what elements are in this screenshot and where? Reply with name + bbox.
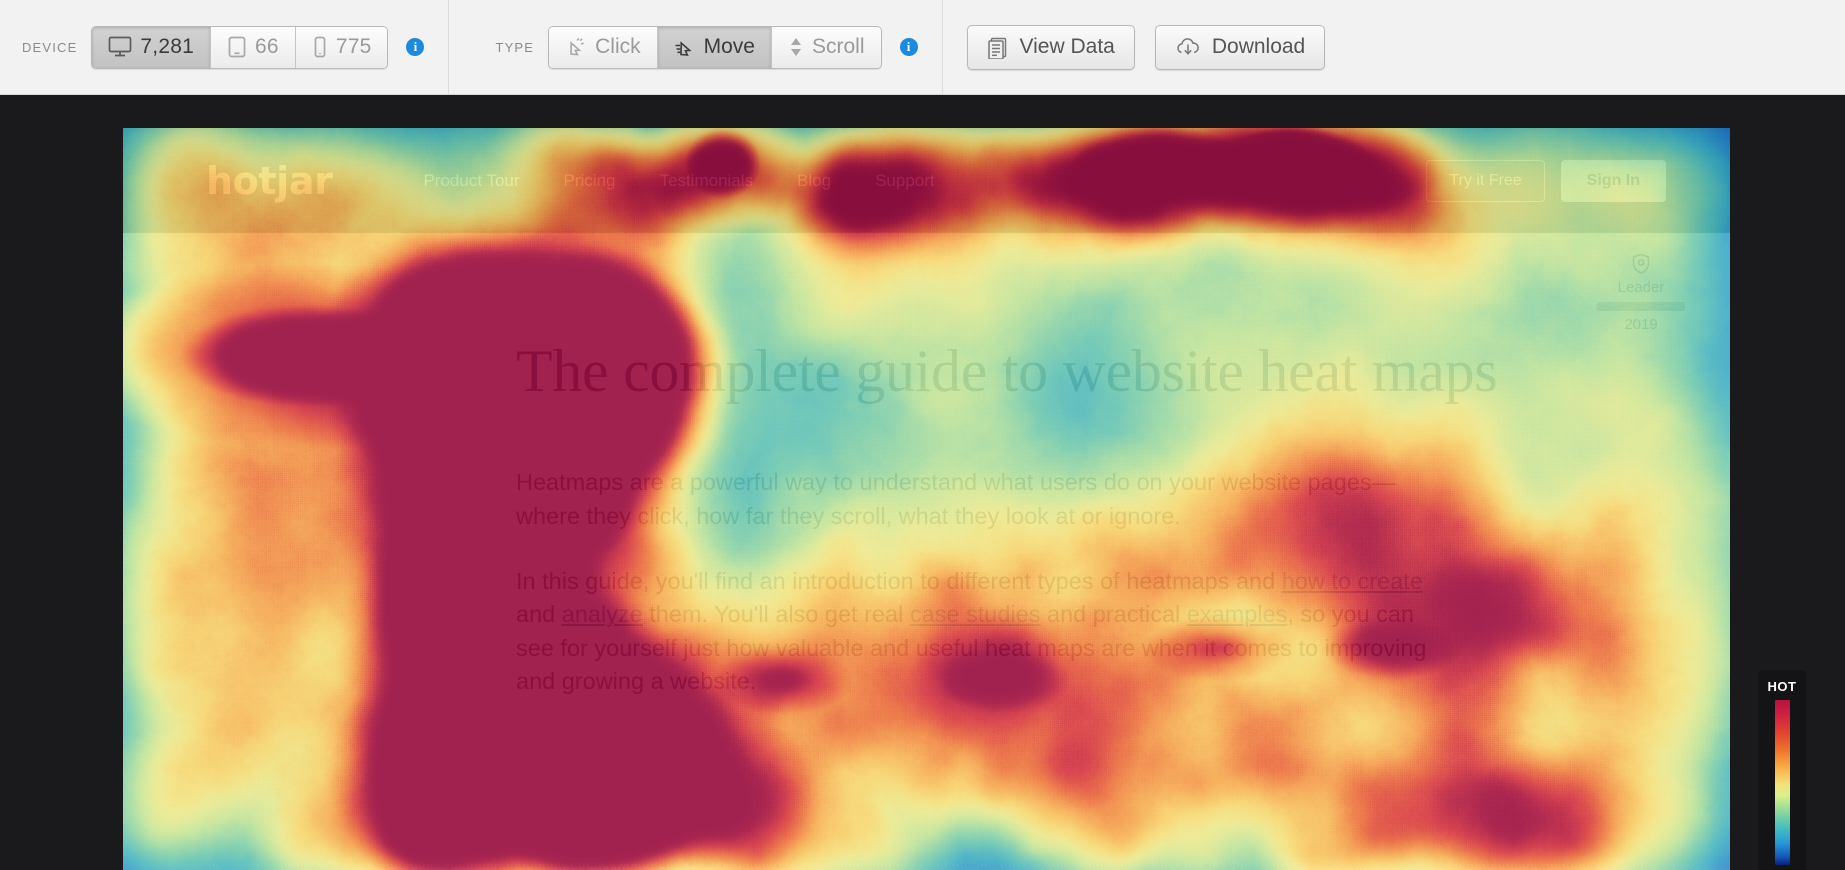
view-data-button[interactable]: View Data: [966, 24, 1135, 70]
desktop-icon: [108, 36, 132, 58]
device-mobile-count: 775: [335, 35, 372, 58]
link-how-to-create[interactable]: how to create: [1282, 568, 1423, 594]
type-move-label: Move: [703, 35, 755, 58]
sidebar-item-creating-a-heatmap[interactable]: **. Creating a heatmap: [168, 622, 498, 642]
type-filter-group: TYPE Click Move Scroll i: [473, 0, 918, 95]
website-nav-buttons: Try it Free Sign In: [1426, 159, 1666, 202]
sign-in-button[interactable]: Sign In: [1560, 159, 1666, 202]
nav-link-pricing[interactable]: Pricing: [564, 171, 616, 191]
type-option-scroll[interactable]: Scroll: [771, 26, 881, 68]
cloud-download-icon: [1175, 36, 1201, 59]
toolbar-divider-1: [448, 0, 450, 95]
sidebar-item-case-studies[interactable]: **. Heatmap case studies: [168, 534, 498, 554]
website-nav-links: Product Tour Pricing Testimonials Blog S…: [423, 171, 934, 191]
website-nav: hotjar Product Tour Pricing Testimonials…: [123, 128, 1730, 233]
mobile-icon: [312, 36, 328, 58]
heatmap-stage: hotjar Product Tour Pricing Testimonials…: [0, 95, 1845, 870]
sidebar-heading-label: Heatmaps Guide: [200, 271, 343, 291]
guide-sidebar: Heatmaps Guide * Heatmaps explained * Ho…: [168, 268, 498, 799]
device-option-mobile[interactable]: 775: [295, 26, 388, 68]
device-filter-group: DEVICE 7,281 66 775 i: [0, 0, 425, 95]
link-analyze[interactable]: analyze: [562, 601, 643, 627]
shield-icon: [1631, 253, 1651, 279]
type-segmented-control[interactable]: Click Move Scroll: [548, 25, 882, 69]
p2-text-c: them. You'll also get real: [642, 601, 910, 628]
type-group-label: TYPE: [495, 39, 535, 55]
nav-link-product-tour[interactable]: Product Tour: [423, 171, 519, 191]
nav-link-testimonials[interactable]: Testimonials: [660, 171, 754, 191]
article-paragraph-1: Heatmaps are a powerful way to understan…: [516, 469, 1396, 529]
nav-link-support[interactable]: Support: [875, 171, 935, 191]
device-segmented-control[interactable]: 7,281 66 775: [91, 25, 389, 69]
type-option-move[interactable]: Move: [657, 26, 772, 68]
download-button[interactable]: Download: [1154, 24, 1326, 70]
device-group-label: DEVICE: [22, 39, 78, 55]
article-title: The complete guide to website heat maps: [516, 338, 1498, 404]
article-paragraph-2: In this guide, you'll find an introducti…: [516, 565, 1446, 698]
nav-link-blog[interactable]: Blog: [797, 171, 831, 191]
type-option-click[interactable]: Click: [549, 26, 658, 68]
device-info-icon[interactable]: i: [406, 38, 425, 56]
p2-text-a: In this guide, you'll find an introducti…: [516, 567, 1282, 594]
device-tablet-count: 66: [255, 35, 279, 58]
tablet-icon: [227, 36, 247, 58]
flame-icon: [168, 268, 187, 295]
link-examples[interactable]: examples: [1187, 601, 1288, 627]
recorded-website: hotjar Product Tour Pricing Testimonials…: [123, 128, 1730, 870]
heatmap-legend: HOT COLD: [1758, 670, 1806, 870]
link-case-studies[interactable]: case studies: [910, 601, 1041, 627]
leader-badge-rule: [1597, 302, 1685, 311]
move-cursor-icon: [674, 36, 696, 58]
leader-badge: Leader 2019: [1597, 253, 1685, 333]
toolbar-divider-2: [941, 0, 943, 95]
p2-text-d: and practical: [1040, 601, 1187, 628]
p2-text-b: and: [516, 601, 562, 628]
leader-badge-title: Leader: [1617, 279, 1665, 296]
try-it-free-button[interactable]: Try it Free: [1426, 159, 1545, 202]
toolbar-actions: View Data Download: [966, 0, 1346, 95]
leader-badge-year: 2019: [1624, 316, 1658, 333]
device-desktop-count: 7,281: [140, 35, 195, 58]
type-scroll-label: Scroll: [811, 35, 865, 58]
heatmap-toolbar: DEVICE 7,281 66 775 i TYPE Click Move Sc…: [0, 0, 1845, 95]
sidebar-item-advanced-insights[interactable]: **. Advanced heatmap insights: [168, 711, 498, 731]
sidebar-heading: Heatmaps Guide: [168, 268, 498, 295]
article-body: The complete guide to website heat maps …: [516, 336, 1660, 730]
device-option-desktop[interactable]: 7,281: [92, 26, 212, 68]
scroll-arrows-icon: [788, 36, 804, 58]
legend-gradient-bar: [1774, 700, 1790, 865]
hotjar-logo[interactable]: hotjar: [206, 159, 333, 203]
sidebar-item-how-to-analyze[interactable]: * How to analyze a heat map: [168, 445, 498, 465]
heatmap-page-preview[interactable]: hotjar Product Tour Pricing Testimonials…: [123, 128, 1730, 870]
click-cursor-icon: [565, 36, 587, 58]
legend-hot-label: HOT: [1767, 679, 1797, 694]
device-option-tablet[interactable]: 66: [211, 26, 296, 68]
document-list-icon: [987, 36, 1009, 59]
type-click-label: Click: [595, 35, 641, 58]
sidebar-item-heatmaps-explained[interactable]: * Heatmaps explained: [168, 357, 498, 377]
download-label: Download: [1211, 35, 1306, 58]
view-data-label: View Data: [1019, 35, 1115, 58]
type-info-icon[interactable]: i: [899, 38, 918, 56]
